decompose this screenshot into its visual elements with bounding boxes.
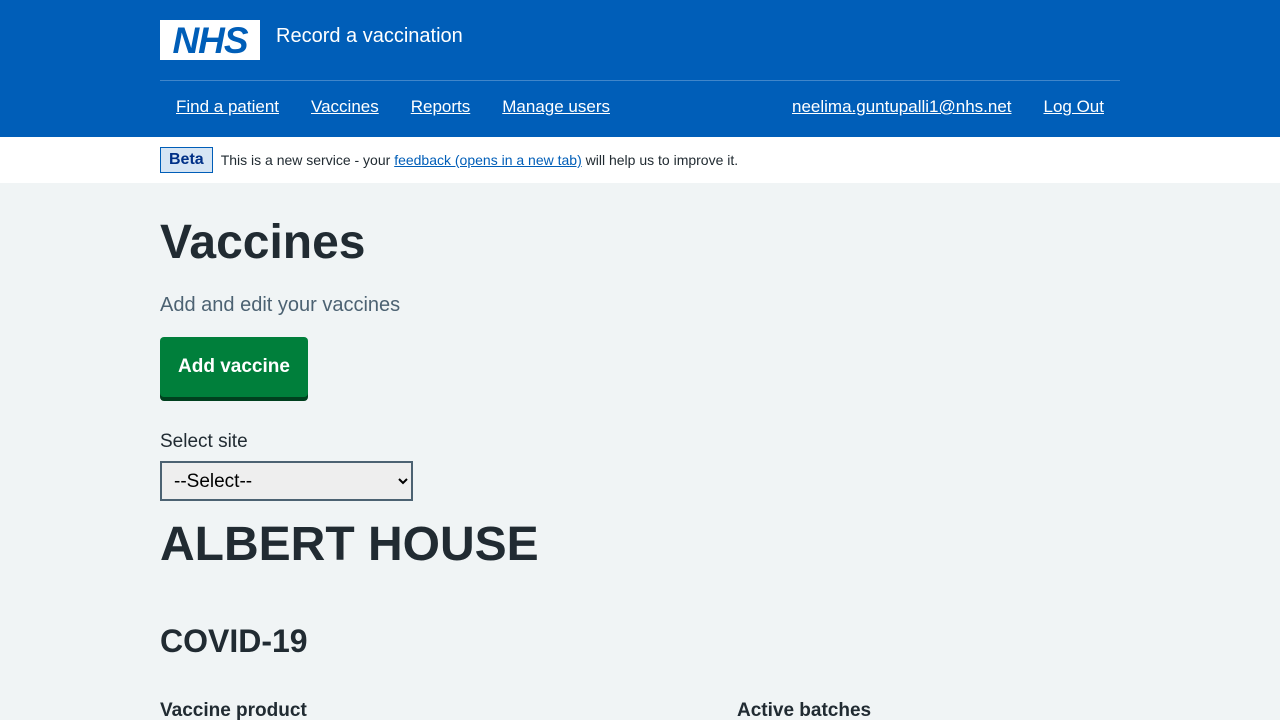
beta-text-before: This is a new service - your	[220, 152, 395, 168]
site-heading: ALBERT HOUSE	[160, 518, 539, 571]
nav-user-email[interactable]: neelima.guntupalli1@nhs.net	[776, 97, 1028, 117]
nav-log-out[interactable]: Log Out	[1028, 97, 1121, 117]
nav-find-patient[interactable]: Find a patient	[160, 97, 295, 117]
beta-tag: Beta	[160, 147, 213, 173]
main-content: Vaccines Add and edit your vaccines Add …	[160, 217, 1120, 720]
site-select[interactable]: --Select--	[160, 461, 413, 501]
phase-banner: Beta This is a new service - your feedba…	[0, 137, 1280, 183]
primary-nav: Find a patient Vaccines Reports Manage u…	[160, 97, 626, 117]
select-site-label: Select site	[160, 431, 248, 452]
site-header: NHS Record a vaccination Find a patient …	[0, 0, 1280, 137]
page-title: Vaccines	[160, 216, 366, 269]
beta-text-after: will help us to improve it.	[581, 152, 739, 168]
beta-message: This is a new service - your feedback (o…	[221, 152, 738, 168]
nav-manage-users[interactable]: Manage users	[486, 97, 626, 117]
add-vaccine-button[interactable]: Add vaccine	[160, 337, 308, 397]
vaccine-table-header: Vaccine product Active batches	[160, 700, 1120, 720]
nhs-logo[interactable]: NHS	[160, 20, 260, 60]
nhs-logo-text: NHS	[172, 19, 248, 61]
nav-vaccines[interactable]: Vaccines	[295, 97, 395, 117]
nav-reports[interactable]: Reports	[395, 97, 487, 117]
feedback-link[interactable]: feedback (opens in a new tab)	[394, 152, 582, 168]
column-vaccine-product: Vaccine product	[160, 700, 307, 720]
vaccine-type-heading: COVID-19	[160, 623, 308, 659]
page-lede: Add and edit your vaccines	[160, 294, 401, 316]
service-name[interactable]: Record a vaccination	[276, 25, 463, 48]
nav-divider	[160, 80, 1120, 81]
column-active-batches: Active batches	[737, 700, 872, 720]
account-nav: neelima.guntupalli1@nhs.net Log Out	[776, 97, 1120, 117]
